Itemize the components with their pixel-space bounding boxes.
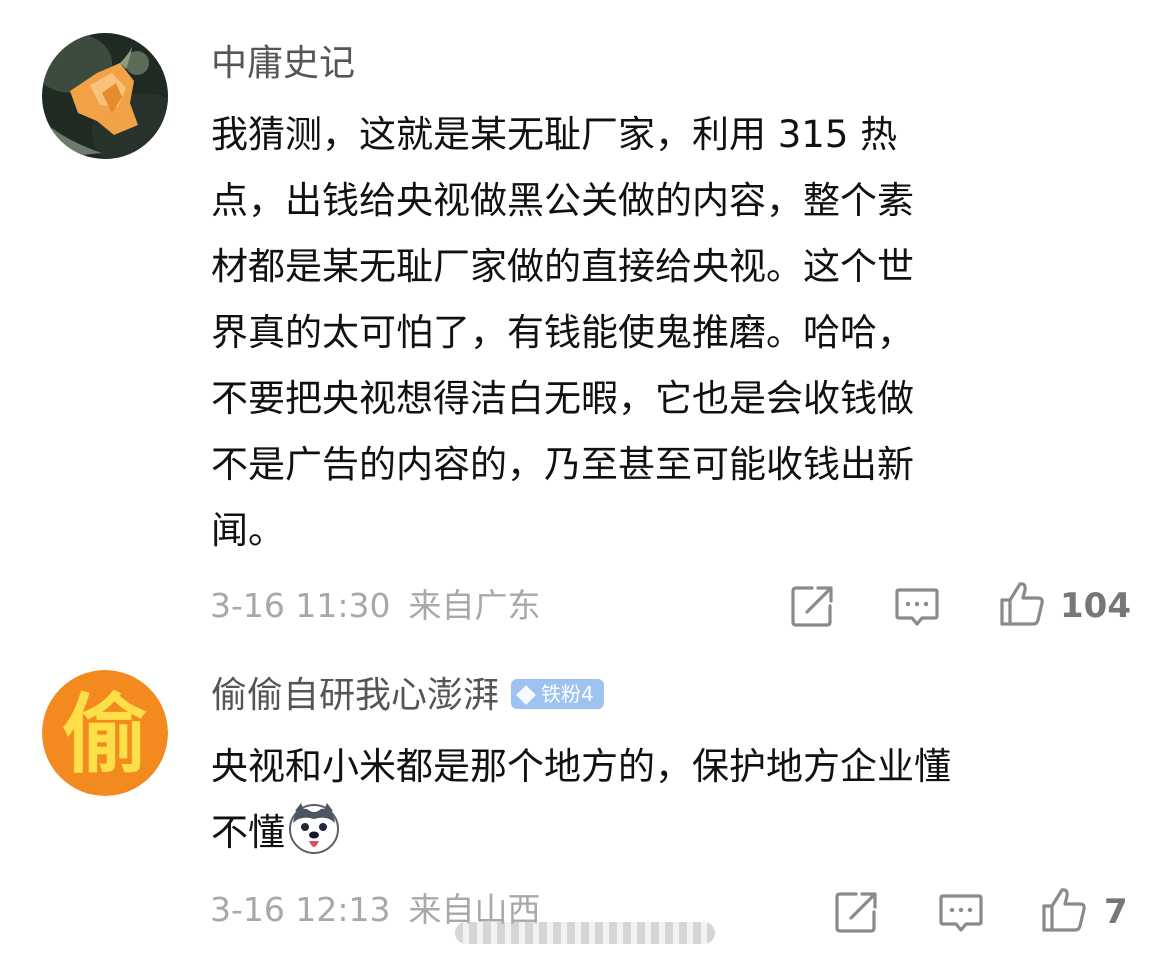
fan-level-badge[interactable]: 铁粉4 bbox=[511, 679, 604, 709]
share-button[interactable] bbox=[832, 888, 880, 936]
comment-text-line: 界真的太可怕了，有钱能使鬼推磨。哈哈， bbox=[211, 311, 914, 354]
username[interactable]: 偷偷自研我心澎湃 铁粉4 bbox=[211, 674, 604, 718]
comment-icon bbox=[939, 894, 983, 932]
like-count: 7 bbox=[1104, 892, 1128, 932]
share-icon bbox=[835, 892, 877, 933]
timestamp: 3-16 11:30 bbox=[210, 586, 391, 625]
comment-text: 央视和小米都是那个地方的，保护地方企业懂 不懂 bbox=[211, 734, 1141, 866]
reply-button[interactable] bbox=[937, 888, 985, 936]
share-icon bbox=[791, 586, 833, 627]
reply-button[interactable] bbox=[893, 582, 941, 630]
comment-text: 我猜测，这就是某无耻厂家，利用 315 热 点，出钱给央视做黑公关做的内容，整个… bbox=[211, 102, 1101, 564]
comment-text-line: 央视和小米都是那个地方的，保护地方企业懂 bbox=[211, 745, 951, 788]
like-count: 104 bbox=[1060, 586, 1131, 626]
comment-item: 偷 偷偷自研我心澎湃 铁粉4 央视和小米都是那个地方的，保护地方企业懂 不懂 3-… bbox=[0, 650, 1170, 958]
husky-dog-emoji bbox=[289, 803, 339, 854]
diamond-icon bbox=[516, 685, 536, 705]
comment-icon bbox=[895, 588, 939, 626]
comment-text-line: 我猜测，这就是某无耻厂家，利用 315 热 bbox=[211, 113, 898, 156]
comment-item: 中庸史记 我猜测，这就是某无耻厂家，利用 315 热 点，出钱给央视做黑公关做的… bbox=[0, 0, 1170, 640]
like-button[interactable] bbox=[1040, 886, 1088, 934]
comment-text-line: 闻。 bbox=[211, 509, 285, 552]
watermark bbox=[455, 922, 715, 944]
orange-flower-photo-avatar bbox=[42, 33, 168, 159]
like-button[interactable] bbox=[998, 580, 1046, 628]
thumbs-up-icon bbox=[1042, 888, 1086, 932]
location: 来自广东 bbox=[408, 586, 541, 625]
comment-text-line: 不懂 bbox=[211, 800, 1141, 866]
username[interactable]: 中庸史记 bbox=[211, 42, 355, 86]
comment-text-line: 不是广告的内容的，乃至甚至可能收钱出新 bbox=[211, 443, 914, 486]
comment-text-line: 材都是某无耻厂家做的直接给央视。这个世 bbox=[211, 245, 914, 288]
share-button[interactable] bbox=[788, 582, 836, 630]
comment-text-line: 点，出钱给央视做黑公关做的内容，整个素 bbox=[211, 179, 914, 222]
thumbs-up-icon bbox=[1000, 582, 1044, 626]
tou-character-avatar: 偷 bbox=[42, 670, 168, 796]
user-avatar[interactable] bbox=[42, 33, 168, 159]
badge-label: 铁粉4 bbox=[541, 682, 594, 706]
comment-text-line: 不要把央视想得洁白无暇，它也是会收钱做 bbox=[211, 377, 914, 420]
user-avatar[interactable]: 偷 bbox=[42, 670, 168, 796]
comment-meta: 3-16 11:30 来自广东 bbox=[210, 586, 541, 626]
avatar-character: 偷 bbox=[62, 685, 148, 785]
timestamp: 3-16 12:13 bbox=[210, 890, 391, 929]
username-text: 偷偷自研我心澎湃 bbox=[211, 675, 500, 716]
comment-text-fragment: 不懂 bbox=[211, 811, 285, 854]
